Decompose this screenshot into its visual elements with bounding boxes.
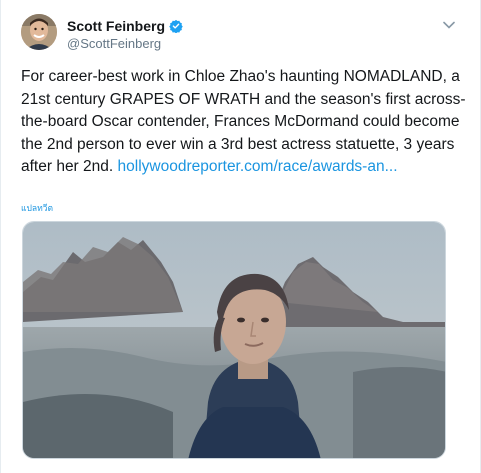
verified-badge-icon bbox=[169, 19, 183, 33]
chevron-down-icon[interactable] bbox=[440, 16, 458, 34]
translate-tweet-link[interactable]: แปลทวีต bbox=[21, 201, 53, 215]
tweet-card: Scott Feinberg @ScottFeinberg For career… bbox=[0, 0, 481, 473]
name-row: Scott Feinberg bbox=[67, 18, 183, 34]
nomadland-still-image bbox=[23, 222, 445, 458]
avatar[interactable] bbox=[21, 14, 57, 50]
tweet-media-image[interactable] bbox=[22, 221, 446, 459]
display-name[interactable]: Scott Feinberg bbox=[67, 18, 165, 34]
tweet-text: For career-best work in Chloe Zhao's hau… bbox=[21, 66, 466, 179]
tweet-header: Scott Feinberg @ScottFeinberg bbox=[21, 14, 464, 54]
user-handle[interactable]: @ScottFeinberg bbox=[67, 36, 161, 51]
tweet-link[interactable]: hollywoodreporter.com/race/awards-an... bbox=[118, 158, 398, 175]
